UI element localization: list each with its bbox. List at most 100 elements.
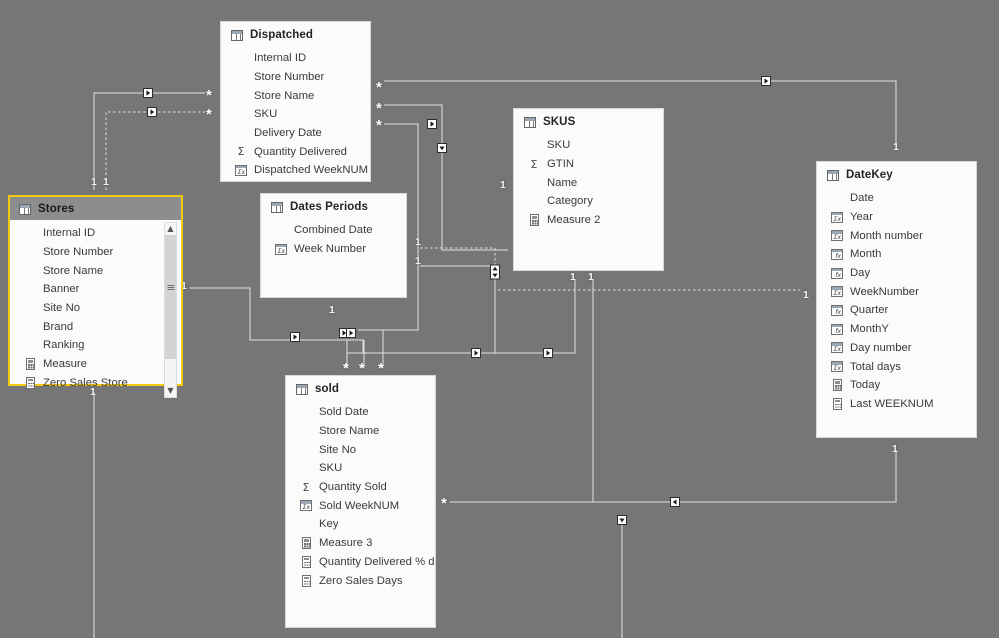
cross-filter-arrow-icon [617, 515, 627, 525]
table-field[interactable]: Store Name [10, 261, 181, 280]
table-field[interactable]: fx Day [817, 264, 976, 283]
table-field[interactable]: Store Name [221, 86, 370, 105]
table-card-sold[interactable]: sold Sold Date Store Name Site No SKU Σ Quanti… [285, 375, 436, 628]
table-field[interactable]: Σ Quantity Sold [286, 478, 435, 497]
table-field[interactable]: fx Month [817, 245, 976, 264]
table-field[interactable]: Σx Sold WeekNUM [286, 496, 435, 515]
table-field[interactable]: Store Name [286, 422, 435, 441]
table-field[interactable]: Quantity Delivered % dif [286, 553, 435, 572]
table-field[interactable]: Σx Year [817, 208, 976, 227]
field-label: Measure [43, 358, 87, 371]
field-label: Delivery Date [254, 127, 322, 140]
measure-icon [298, 555, 314, 568]
table-field[interactable]: Σx WeekNumber [817, 282, 976, 301]
table-field[interactable]: Σx Month number [817, 226, 976, 245]
field-icon-none [233, 89, 249, 102]
cardinality-one-label: 1 [803, 289, 809, 301]
field-label: Month [850, 248, 882, 261]
table-field[interactable]: Zero Sales Store [10, 374, 181, 393]
table-field[interactable]: fx MonthY [817, 320, 976, 339]
field-label: Store Name [43, 264, 104, 277]
cardinality-one-label: 1 [415, 255, 421, 267]
table-name: Dates Periods [290, 201, 368, 213]
field-list-scrollbar[interactable]: ▲ ▼ [164, 222, 177, 399]
calculated-column-icon: Σx [298, 499, 314, 512]
scroll-up-icon[interactable]: ▲ [165, 223, 176, 235]
table-header-dates-periods[interactable]: Dates Periods [261, 194, 406, 219]
table-field[interactable]: SKU [514, 136, 663, 155]
field-icon-none [233, 52, 249, 65]
table-field[interactable]: Measure 2 [514, 211, 663, 230]
table-field-list-dispatched: Internal ID Store Number Store Name SKU Deli… [221, 47, 370, 188]
table-header-stores[interactable]: Stores [10, 197, 181, 220]
cross-filter-arrow-icon [346, 328, 356, 338]
field-icon-none [298, 406, 314, 419]
table-field[interactable]: Date [817, 189, 976, 208]
field-icon-none [829, 192, 845, 205]
table-field[interactable]: Σx Day number [817, 339, 976, 358]
field-icon-none [298, 462, 314, 475]
table-field[interactable]: Ranking [10, 336, 181, 355]
table-field[interactable]: SKU [221, 105, 370, 124]
table-field[interactable]: Category [514, 192, 663, 211]
cross-filter-arrow-icon [761, 76, 771, 86]
field-label: Today [850, 379, 881, 392]
table-field[interactable]: Σx Total days [817, 357, 976, 376]
table-field[interactable]: Combined Date [261, 221, 406, 240]
field-icon-none [298, 425, 314, 438]
field-label: Dispatched WeekNUM [254, 164, 369, 177]
scrollbar-thumb[interactable] [165, 235, 176, 359]
sigma-icon: Σ [530, 157, 538, 171]
field-label: Quantity Sold [319, 481, 387, 494]
table-header-sold[interactable]: sold [286, 376, 435, 401]
table-field[interactable]: Internal ID [221, 49, 370, 68]
field-label: SKU [254, 108, 278, 121]
field-label: Banner [43, 283, 80, 296]
table-field[interactable]: Last WEEKNUM [817, 395, 976, 414]
scroll-down-icon[interactable]: ▼ [165, 385, 176, 397]
table-field[interactable]: Store Number [10, 243, 181, 262]
table-header-dispatched[interactable]: Dispatched [221, 22, 370, 47]
table-header-skus[interactable]: SKUS [514, 109, 663, 134]
field-label: Zero Sales Days [319, 574, 403, 587]
table-field[interactable]: Internal ID [10, 224, 181, 243]
table-card-stores[interactable]: Stores Internal ID Store Number Store Name B… [8, 195, 183, 399]
field-label: Date [850, 192, 874, 205]
cardinality-many-label: * [441, 495, 447, 512]
table-field[interactable]: Zero Sales Days [286, 571, 435, 590]
table-field[interactable]: Measure 3 [286, 534, 435, 553]
table-field[interactable]: Name [514, 173, 663, 192]
table-field[interactable]: Key [286, 515, 435, 534]
table-card-datekey[interactable]: DateKey Date Σx Year Σx Month number fx Month fx… [816, 161, 977, 438]
table-field[interactable]: Site No [286, 440, 435, 459]
table-field[interactable]: Sold Date [286, 403, 435, 422]
cardinality-many-label: * [378, 360, 384, 377]
table-name: DateKey [846, 169, 893, 181]
field-icon-none [22, 264, 38, 277]
field-label: Quarter [850, 304, 889, 317]
table-card-dates-periods[interactable]: Dates Periods Combined Date Σx Week Number [260, 193, 407, 298]
table-field[interactable]: Today [817, 376, 976, 395]
field-label: Quantity Delivered [254, 145, 347, 158]
table-card-skus[interactable]: SKUS SKU Σ GTIN Name Category Measure 2 [513, 108, 664, 271]
table-field-list-datekey: Date Σx Year Σx Month number fx Month fx Day Σx We… [817, 187, 976, 421]
field-label: Ranking [43, 339, 85, 352]
table-header-datekey[interactable]: DateKey [817, 162, 976, 187]
table-field[interactable]: Σx Week Number [261, 240, 406, 259]
table-field[interactable]: Σ Quantity Delivered [221, 142, 370, 161]
table-field[interactable]: Delivery Date [221, 124, 370, 143]
field-label: Measure 2 [547, 214, 601, 227]
table-field[interactable]: Measure [10, 355, 181, 374]
table-field[interactable]: Store Number [221, 68, 370, 87]
table-card-dispatched[interactable]: Dispatched Internal ID Store Number Store N… [220, 21, 371, 182]
table-field[interactable]: Brand [10, 317, 181, 336]
cross-filter-arrow-icon [339, 328, 349, 338]
table-field[interactable]: Banner [10, 280, 181, 299]
table-field[interactable]: SKU [286, 459, 435, 478]
table-field[interactable]: fx Quarter [817, 301, 976, 320]
model-diagram-canvas[interactable]: 1 1 * * * * * 1 1 1 1 1 1 1 1 1 * * * 1 1 * Dispatched Interna… [0, 0, 999, 638]
table-field[interactable]: Site No [10, 299, 181, 318]
table-field[interactable]: Σx Dispatched WeekNUM [221, 161, 370, 180]
table-field[interactable]: Σ GTIN [514, 155, 663, 174]
field-icon-none [526, 176, 542, 189]
